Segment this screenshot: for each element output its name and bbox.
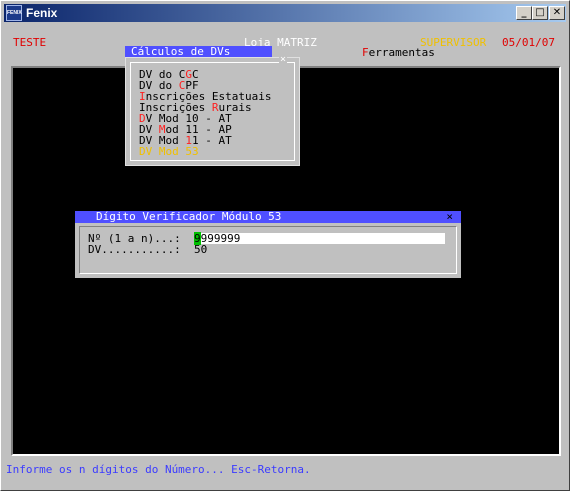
company-name: TESTE (13, 36, 47, 49)
menu-calculos-dvs[interactable]: Cálculos de DVs (125, 46, 272, 57)
dialog-title: Dígito Verificador Módulo 53 (75, 211, 461, 223)
window-title: Fenix (26, 6, 58, 20)
close-button[interactable]: ✕ (549, 6, 565, 20)
dv-label: DV...........: (88, 243, 181, 256)
mod53-dialog: Dígito Verificador Módulo 53 × Nº (1 a n… (75, 211, 461, 278)
dialog-close-icon[interactable]: × (446, 211, 453, 223)
current-date: 05/01/07 (502, 36, 555, 49)
dv-result: 50 (194, 243, 208, 256)
minimize-button[interactable]: _ (516, 6, 532, 20)
dv-menu-dropdown: × DV do CGC DV do CPF Inscrições Estatua… (125, 55, 300, 166)
app-icon: FENIX (6, 5, 22, 21)
dropdown-close-icon[interactable]: × (278, 55, 287, 65)
maximize-button[interactable]: □ (532, 6, 548, 20)
menu-ferramentas-hotkey: F (362, 46, 369, 59)
menu-item-dv-mod53[interactable]: DV Mod 53 (139, 146, 199, 157)
title-bar[interactable]: FENIX Fenix _ □ ✕ (4, 4, 566, 22)
client-area: TESTE Loja MATRIZ SUPERVISOR 05/01/07 Cá… (4, 25, 566, 487)
app-window: FENIX Fenix _ □ ✕ TESTE Loja MATRIZ SUPE… (0, 0, 570, 491)
menu-ferramentas-label: erramentas (368, 46, 435, 59)
item-text: DV Mod 53 (139, 145, 199, 158)
status-message: Informe os n dígitos do Número... Esc-Re… (6, 463, 311, 476)
number-input[interactable]: 9999999 (194, 232, 445, 245)
menu-ferramentas[interactable]: Ferramentas (362, 46, 435, 59)
